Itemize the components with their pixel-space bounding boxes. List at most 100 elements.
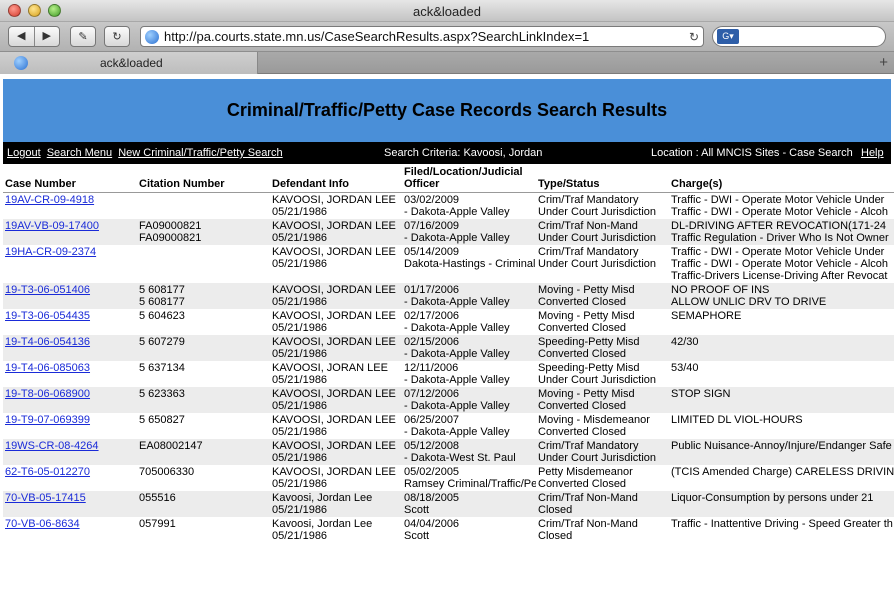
charges-cell: Traffic - DWI - Operate Motor Vehicle Un… [669,193,894,220]
type-cell: Crim/Traf Non-Mand Closed [536,491,669,517]
results-body: 19AV-CR-09-4918 KAVOOSI, JORDAN LEE 05/21/… [3,193,894,544]
case-number-link[interactable]: 19HA-CR-09-2374 [5,246,96,258]
column-header: Citation Number [137,164,270,193]
type-line: Converted Closed [538,478,627,490]
logout-link[interactable]: Logout [7,147,41,159]
charges-cell: DL-DRIVING AFTER REVOCATION(171-24 Traffi… [669,219,894,245]
filed-cell: 07/12/2006- Dakota-Apple Valley [402,387,536,413]
column-header: Filed/Location/Judicial Officer [402,164,536,193]
case-number-link[interactable]: 19AV-VB-09-17400 [5,220,99,232]
citation-line: 705006330 [139,466,195,478]
citation-cell: 055516 [137,491,270,517]
defendant-line: KAVOOSI, JORDAN LEE [272,440,396,452]
defendant-cell: KAVOOSI, JORDAN LEE 05/21/1986 [270,335,402,361]
google-icon[interactable]: G▾ [717,29,739,44]
case-number-link[interactable]: 19-T9-07-069399 [5,414,90,426]
type-line: Converted Closed [538,426,627,438]
filed-line: 08/18/2005 [404,492,460,504]
edit-icon[interactable]: ✎ [70,26,96,47]
globe-icon [14,56,28,70]
charges-line: Traffic - DWI - Operate Motor Vehicle - … [671,206,889,218]
location-label: Location : All MNCIS Sites - Case Search [651,147,853,159]
new-tab-button[interactable]: + [879,54,888,71]
back-button[interactable]: ◀ [9,27,35,46]
charges-cell: (TCIS Amended Charge) CARELESS DRIVIN [669,465,894,491]
case-number-link[interactable]: 70-VB-05-17415 [5,492,86,504]
filed-cell: 03/02/2009- Dakota-Apple Valley [402,193,536,220]
window-title: ack&loaded [413,4,481,19]
defendant-line: 05/21/1986 [272,504,328,516]
type-line: Crim/Traf Non-Mand [538,518,638,530]
charges-line: Traffic-Drivers License-Driving After Re… [671,270,888,282]
defendant-line: KAVOOSI, JORDAN LEE [272,284,396,296]
citation-cell: 5 637134 [137,361,270,387]
type-cell: Moving - Petty Misd Converted Closed [536,283,669,309]
citation-line: 055516 [139,492,176,504]
address-bar[interactable]: http://pa.courts.state.mn.us/CaseSearchR… [140,26,704,47]
defendant-line: 05/21/1986 [272,374,328,386]
case-number-link[interactable]: 19WS-CR-08-4264 [5,440,99,452]
url-text[interactable]: http://pa.courts.state.mn.us/CaseSearchR… [164,29,685,44]
filed-cell: 05/14/2009 Dakota-Hastings - Criminal [402,245,536,283]
case-number-link[interactable]: 62-T6-05-012270 [5,466,90,478]
defendant-line: KAVOOSI, JORDAN LEE [272,220,396,232]
filed-cell: 05/12/2008- Dakota-West St. Paul [402,439,536,465]
defendant-line: Kavoosi, Jordan Lee [272,492,373,504]
citation-cell: 5 607279 [137,335,270,361]
filed-line: 12/11/2006 [404,362,459,374]
case-number-link[interactable]: 19AV-CR-09-4918 [5,194,94,206]
column-header: Charge(s) [669,164,894,193]
help-link[interactable]: Help [861,147,884,159]
charges-line: Liquor-Consumption by persons under 21 [671,492,874,504]
type-cell: Crim/Traf Mandatory Under Court Jurisdict… [536,193,669,220]
filed-line: Dakota-Hastings - Criminal [404,258,536,270]
citation-cell: EA08002147 [137,439,270,465]
charges-cell: NO PROOF OF INS ALLOW UNLIC DRV TO DRIVE [669,283,894,309]
type-cell: Speeding-Petty Misd Under Court Jurisdict… [536,361,669,387]
case-number-link[interactable]: 70-VB-06-8634 [5,518,80,530]
citation-cell: 5 608177 5 608177 [137,283,270,309]
case-number-link[interactable]: 19-T8-06-068900 [5,388,90,400]
filed-line: 05/02/2005 [404,466,460,478]
defendant-line: KAVOOSI, JORDAN LEE [272,194,396,206]
search-menu-link[interactable]: Search Menu [47,147,112,159]
charges-cell: 42/30 [669,335,894,361]
filed-line: 07/12/2006 [404,388,460,400]
table-row: 19AV-CR-09-4918 KAVOOSI, JORDAN LEE 05/21/… [3,193,894,220]
defendant-cell: KAVOOSI, JORDAN LEE 05/21/1986 [270,413,402,439]
citation-line: 5 608177 [139,284,185,296]
new-search-link[interactable]: New Criminal/Traffic/Petty Search [118,147,282,159]
charges-line: SEMAPHORE [671,310,742,322]
defendant-cell: KAVOOSI, JORAN LEE 05/21/1986 [270,361,402,387]
case-number-cell: 19AV-VB-09-17400 [3,219,137,245]
filed-line: - Dakota-Apple Valley [404,296,510,308]
reload-button[interactable]: ↻ [104,26,130,47]
type-line: Moving - Misdemeanor [538,414,650,426]
tab-active[interactable]: ack&loaded [0,52,258,74]
defendant-line: 05/21/1986 [272,478,328,490]
citation-line: FA09000821 [139,232,202,244]
back-forward-group: ◀ ▶ [8,26,60,47]
search-input[interactable] [741,30,885,43]
forward-button[interactable]: ▶ [35,27,60,46]
case-number-link[interactable]: 19-T4-06-054136 [5,336,90,348]
case-number-link[interactable]: 19-T4-06-085063 [5,362,90,374]
type-cell: Crim/Traf Non-Mand Closed [536,517,669,543]
globe-icon [145,29,159,44]
charges-line: Public Nuisance-Annoy/Injure/Endanger Sa… [671,440,892,452]
case-number-link[interactable]: 19-T3-06-051406 [5,284,90,296]
case-number-link[interactable]: 19-T3-06-054435 [5,310,90,322]
search-bar[interactable]: G▾ [712,26,886,47]
charges-line: ALLOW UNLIC DRV TO DRIVE [671,296,827,308]
filed-line: - Dakota-Apple Valley [404,400,510,412]
case-number-cell: 19WS-CR-08-4264 [3,439,137,465]
case-number-cell: 19-T9-07-069399 [3,413,137,439]
filed-line: 02/17/2006 [404,310,460,322]
filed-line: 07/16/2009 [404,220,460,232]
url-reload-icon[interactable]: ↻ [685,30,703,44]
charges-line: Traffic Regulation - Driver Who Is Not O… [671,232,889,244]
table-row: 19-T9-07-069399 5 650827 KAVOOSI, JORDAN L… [3,413,894,439]
type-line: Under Court Jurisdiction [538,206,656,218]
type-line: Moving - Petty Misd [538,388,635,400]
page-title: Criminal/Traffic/Petty Case Records Sear… [226,100,668,120]
